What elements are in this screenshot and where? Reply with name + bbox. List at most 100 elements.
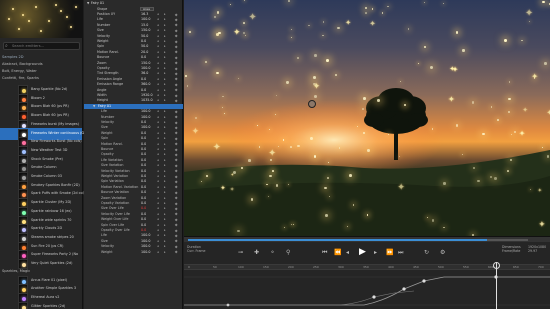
preset-label: Steams smoke stripes 20 — [31, 234, 74, 239]
keyframe-diamond-icon[interactable] — [174, 196, 178, 200]
keyframe-diamond-icon[interactable] — [174, 121, 178, 125]
keyframe-diamond-icon[interactable] — [174, 207, 178, 211]
keyframe-diamond-icon[interactable] — [174, 126, 178, 130]
sparkle-particle — [338, 146, 341, 149]
sparkle-particle — [471, 101, 475, 104]
keyframe-diamond-icon[interactable] — [174, 94, 178, 98]
keyframe-diamond-icon[interactable] — [174, 153, 178, 157]
sparkle-particle — [309, 136, 313, 140]
timeline-scrub-bar[interactable] — [184, 237, 550, 242]
keyframe-diamond-icon[interactable] — [174, 34, 178, 38]
keyframe-diamond-icon[interactable] — [174, 180, 178, 184]
ruler-tick-label: 0 — [188, 265, 190, 269]
keyframe-diamond-icon[interactable] — [174, 175, 178, 179]
ruler-tick-label: 100 — [238, 265, 244, 269]
keyframe-diamond-icon[interactable] — [174, 218, 178, 222]
ruler-tick-label: 700 — [538, 265, 544, 269]
sparkle-particle — [243, 22, 245, 24]
sparkle-star: ✦ — [233, 28, 241, 39]
step-forward-icon[interactable]: ⏩ — [386, 249, 393, 256]
search-input[interactable]: ⌕ Search emitters... — [3, 42, 80, 50]
keyframe-diamond-icon[interactable] — [174, 67, 178, 71]
preset-item[interactable]: Glitter Sparkles (2d) — [0, 301, 82, 309]
keyframe-diamond-icon[interactable] — [174, 45, 178, 49]
sparkle-particle — [398, 155, 400, 157]
keyframe-diamond-icon[interactable] — [174, 239, 178, 244]
preview-spark — [18, 28, 20, 30]
go-end-icon[interactable]: ⏭ — [398, 249, 403, 256]
loop-icon[interactable]: ↻ — [424, 249, 429, 256]
go-start-icon[interactable]: ⏮ — [322, 249, 327, 256]
keyframe-diamond-icon[interactable] — [174, 72, 178, 76]
keyframe-diamond-icon[interactable] — [174, 229, 178, 233]
next-frame-icon[interactable]: ▸ — [374, 249, 377, 256]
keyframe-diamond-icon[interactable] — [174, 223, 178, 227]
keyframe-diamond-icon[interactable] — [174, 29, 178, 33]
keyframe-diamond-icon[interactable] — [174, 137, 178, 141]
keyframe-diamond-icon[interactable] — [174, 77, 178, 82]
preview-spark — [66, 16, 68, 18]
keyframe-diamond-icon[interactable] — [174, 148, 178, 152]
sparkle-particle — [242, 31, 245, 34]
playhead-handle[interactable] — [493, 262, 500, 269]
shape-dropdown[interactable]: Area — [140, 7, 154, 12]
keyframe-diamond-icon[interactable] — [174, 23, 178, 28]
keyframe-diamond-icon[interactable] — [174, 83, 178, 87]
property-row[interactable]: Weight 100.0 ◂ ▸ — [84, 250, 183, 255]
keyframe-diamond-icon[interactable] — [174, 50, 178, 55]
keyframe-diamond-icon[interactable] — [174, 234, 178, 238]
library-category[interactable]: Sparkles, Magic — [2, 268, 30, 274]
keyframe-diamond-icon[interactable] — [174, 56, 178, 60]
sparkle-star: ✦ — [447, 93, 455, 104]
keyframe-diamond-icon[interactable] — [174, 142, 178, 146]
increment-arrow-icon[interactable]: ▸ — [164, 250, 166, 255]
key-icon[interactable]: ⊸ — [238, 249, 243, 256]
play-button[interactable]: ▶ — [359, 247, 369, 257]
preview-spark — [48, 20, 50, 22]
sparkle-star: ✦ — [248, 11, 257, 23]
sparkle-star: ✦ — [191, 126, 200, 137]
property-value[interactable]: 100.0 — [141, 250, 153, 255]
keyframe-diamond-icon[interactable] — [174, 88, 178, 92]
keyframe-diamond-icon[interactable] — [174, 185, 178, 190]
preview-spark — [70, 26, 72, 28]
keyframe-diamond-icon[interactable] — [174, 245, 178, 249]
add-key-icon[interactable]: ✚ — [254, 249, 259, 256]
sparkle-star: ✦ — [312, 81, 321, 92]
keyframe-diamond-icon[interactable] — [174, 191, 178, 195]
library-category[interactable]: Abstract, Backgrounds — [2, 61, 43, 67]
decrement-arrow-icon[interactable]: ◂ — [157, 250, 159, 255]
render-viewport[interactable]: ✦ ✦ ✦ ✦ ✦ ✦ ✦ ✦ ✦ ✦ ✦ ✦ ✦ ✦ ✦ ✦ ✦ ✦ ✦ ✦ ✦ ✦ — [184, 0, 550, 236]
prev-frame-icon[interactable]: ◂ — [346, 249, 349, 256]
keyframe-diamond-icon[interactable] — [174, 164, 178, 168]
sparkle-particle — [546, 155, 549, 158]
ruler-tick-label: 50 — [213, 265, 217, 269]
keyframe-diamond-icon[interactable] — [174, 212, 178, 217]
keyframe-diamond-icon[interactable] — [174, 202, 178, 206]
keyframe-diamond-icon[interactable] — [174, 131, 178, 136]
sparkle-particle — [462, 49, 465, 52]
emitter-library-panel: ⌕ Search emitters... Samples 2D Abstract,… — [0, 0, 87, 309]
keyframe-diamond-icon[interactable] — [174, 115, 178, 119]
keyframe-diamond-icon[interactable] — [174, 158, 178, 163]
keyframe-diamond-icon[interactable] — [174, 18, 178, 22]
graph-key-icon[interactable]: ⚲ — [286, 249, 290, 256]
keyframe-diamond-icon[interactable] — [174, 110, 178, 114]
emitter-origin-handle[interactable] — [308, 100, 316, 108]
library-category[interactable]: Confetti, fire, Sparks — [2, 75, 39, 81]
keyframe-diamond-icon[interactable] — [174, 99, 178, 103]
keyframe-diamond-icon[interactable] — [174, 40, 178, 44]
keyframe-diamond-icon[interactable] — [174, 169, 178, 173]
playhead[interactable] — [496, 262, 497, 309]
keyframe-diamond-icon[interactable] — [174, 250, 178, 254]
step-back-icon[interactable]: ⏪ — [334, 249, 341, 256]
keyframe-diamond-icon[interactable] — [174, 61, 178, 65]
timeline-settings-icon[interactable]: ⚙ — [440, 249, 445, 256]
preset-label: Sparkle wide sprinks 70 — [31, 217, 72, 222]
remove-key-icon[interactable]: ⚬ — [270, 249, 275, 256]
sparkle-particle — [314, 54, 317, 57]
preview-spark — [60, 10, 62, 12]
keyframe-diamond-icon[interactable] — [174, 13, 178, 17]
library-category[interactable]: Bolt, Energy, Water — [2, 68, 37, 74]
library-category[interactable]: Samples 2D — [2, 54, 24, 60]
